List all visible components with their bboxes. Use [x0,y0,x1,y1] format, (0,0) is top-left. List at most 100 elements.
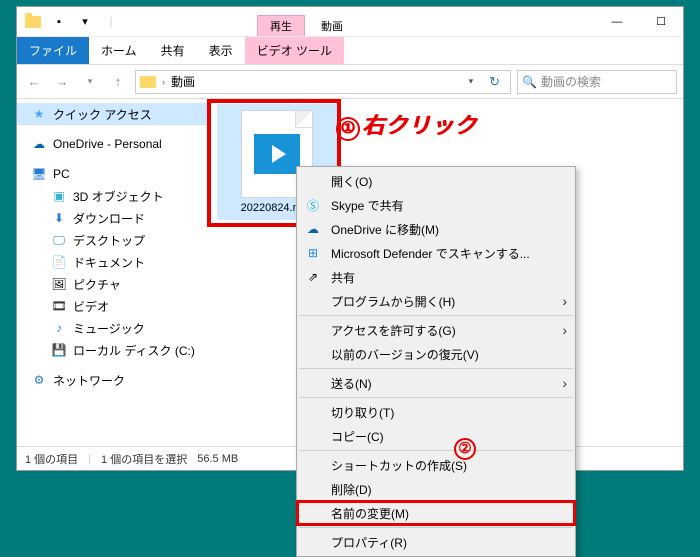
share-icon: ⇗ [303,270,323,284]
ctx-label: 開く(O) [331,173,372,190]
tab-view[interactable]: 表示 [197,37,245,64]
nav-tree: ★クイック アクセス ☁ OneDrive - Personal 🖥 PC ▣ 3D … [17,99,207,446]
tab-video-tools[interactable]: ビデオ ツール [245,37,344,64]
tree-label: OneDrive - Personal [53,137,162,151]
ctx-grant-access[interactable]: アクセスを許可する(G) [297,318,575,342]
nav-up-button[interactable]: ↑ [107,71,129,93]
ctx-label: アクセスを許可する(G) [331,322,456,339]
tab-file[interactable]: ファイル [17,37,89,64]
ctx-label: ショートカットの作成(S) [331,457,467,474]
address-bar[interactable]: › 動画 ▾ ↻ [135,70,511,94]
tree-videos[interactable]: 🎞ビデオ [17,295,207,317]
ctx-skype-share[interactable]: ⓈSkype で共有 [297,193,575,217]
tree-label: ローカル ディスク (C:) [73,342,195,359]
maximize-button[interactable]: ☐ [639,7,683,36]
tree-local-disk[interactable]: 💾 ローカル ディスク (C:) [17,339,207,361]
ctx-label: コピー(C) [331,428,384,445]
folder-icon [140,76,156,88]
chevron-right-icon[interactable]: › [160,77,167,87]
annotation-1-text: 右クリック [362,113,477,138]
ctx-label: 削除(D) [331,481,372,498]
qat-item[interactable]: ▾ [73,10,97,34]
annotation-1: ①右クリック [336,108,477,141]
tree-label: ミュージック [73,320,145,337]
ctx-label: Skype で共有 [331,197,404,214]
tree-documents[interactable]: 📄 ドキュメント [17,251,207,273]
ctx-onedrive-move[interactable]: ☁OneDrive に移動(M) [297,217,575,241]
tree-label: クイック アクセス [53,106,152,123]
ctx-open[interactable]: 開く(O) [297,169,575,193]
tree-label: ピクチャ [73,276,121,293]
shield-icon: ⊞ [303,246,323,260]
desktop-icon: 🖵 [51,232,67,248]
ctx-defender-scan[interactable]: ⊞ Microsoft Defender でスキャンする... [297,241,575,265]
pictures-icon: 🖼 [51,276,67,292]
ctx-label: 切り取り(T) [331,404,394,421]
tree-downloads[interactable]: ⬇ダウンロード [17,207,207,229]
ctx-separator [299,315,573,316]
nav-back-button[interactable]: ← [23,71,45,93]
tree-network[interactable]: ⚙ネットワーク [17,369,207,391]
contextual-tabs: 再生 動画 [257,7,353,36]
qat-item[interactable]: ▪ [47,10,71,34]
titlebar: ▪ ▾ | 再生 動画 — ☐ [17,7,683,37]
ctx-create-shortcut[interactable]: ショートカットの作成(S) [297,453,575,477]
tree-music[interactable]: ♪ ミュージック [17,317,207,339]
tree-onedrive[interactable]: ☁ OneDrive - Personal [17,133,207,155]
ctx-label: 送る(N) [331,375,372,392]
video-icon: 🎞 [51,298,67,314]
tree-label: PC [53,167,70,181]
ctx-label: Microsoft Defender でスキャンする... [331,245,530,262]
music-icon: ♪ [51,320,67,336]
window-controls: — ☐ [595,7,683,36]
ctx-open-with[interactable]: プログラムから開く(H) [297,289,575,313]
status-count: 1 個の項目 [25,451,78,467]
disk-icon: 💾 [51,342,67,358]
ctx-cut[interactable]: 切り取り(T) [297,400,575,424]
tab-share[interactable]: 共有 [149,37,197,64]
tab-home[interactable]: ホーム [89,37,149,64]
onedrive-icon: ☁ [303,222,323,236]
nav-dropdown-icon[interactable]: ▾ [79,71,101,93]
minimize-button[interactable]: — [595,7,639,36]
search-placeholder: 動画の検索 [541,73,601,90]
search-input[interactable]: 🔍 動画の検索 [517,70,677,94]
refresh-icon[interactable]: ↻ [483,74,506,90]
ctx-separator [299,450,573,451]
ctx-properties[interactable]: プロパティ(R) [297,530,575,554]
tree-quick-access[interactable]: ★クイック アクセス [17,103,207,125]
context-menu: 開く(O) ⓈSkype で共有 ☁OneDrive に移動(M) ⊞ Micro… [296,166,576,557]
ctx-share[interactable]: ⇗ 共有 [297,265,575,289]
ctx-separator [299,368,573,369]
qat-divider: | [99,10,123,34]
tree-label: デスクトップ [73,232,145,249]
nav-forward-button[interactable]: → [51,71,73,93]
tree-pictures[interactable]: 🖼 ピクチャ [17,273,207,295]
ctx-rename[interactable]: 名前の変更(M) [297,501,575,525]
ctx-delete[interactable]: 削除(D) [297,477,575,501]
tree-label: ドキュメント [73,254,145,271]
ctx-separator [299,527,573,528]
ctx-separator [299,397,573,398]
ctx-label: プログラムから開く(H) [331,293,455,310]
ctx-send-to[interactable]: 送る(N) [297,371,575,395]
annotation-2-number: ② [454,438,476,460]
ctx-label: 以前のバージョンの復元(V) [331,346,479,363]
tree-pc[interactable]: 🖥 PC [17,163,207,185]
tree-3d-objects[interactable]: ▣ 3D オブジェクト [17,185,207,207]
ctx-label: 共有 [331,269,355,286]
document-icon: 📄 [51,254,67,270]
ctx-label: 名前の変更(M) [331,505,409,522]
status-size: 56.5 MB [197,453,238,465]
network-icon: ⚙ [31,372,47,388]
ctx-restore-version[interactable]: 以前のバージョンの復元(V) [297,342,575,366]
address-dropdown-icon[interactable]: ▾ [463,76,480,87]
pc-icon: 🖥 [31,166,47,182]
ctx-copy[interactable]: コピー(C) [297,424,575,448]
address-location[interactable]: 動画 [171,73,459,90]
cloud-icon: ☁ [31,136,47,152]
tree-label: 3D オブジェクト [73,188,164,205]
playback-tab-header[interactable]: 再生 [257,15,305,36]
cube-icon: ▣ [51,188,67,204]
tree-desktop[interactable]: 🖵 デスクトップ [17,229,207,251]
